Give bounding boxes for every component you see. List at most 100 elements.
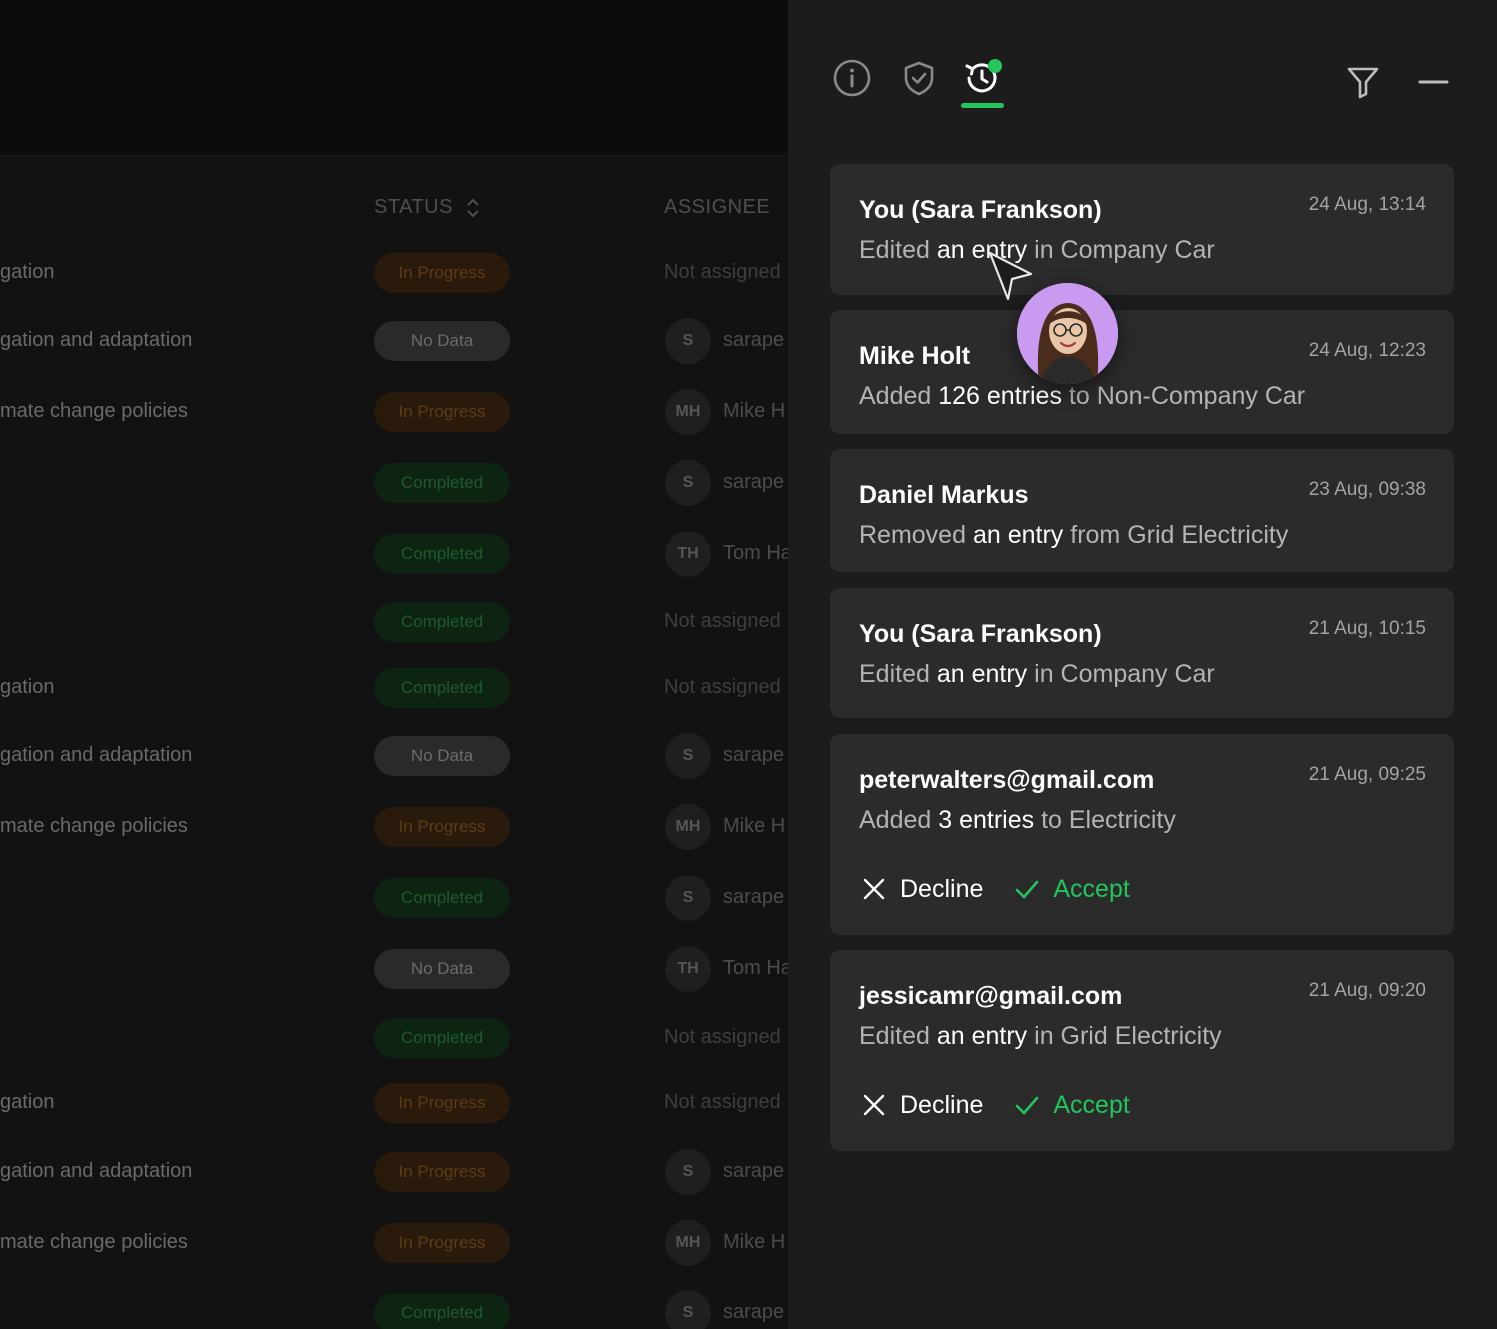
accept-button[interactable]: Accept — [1015, 1090, 1130, 1120]
status-badge[interactable]: In Progress — [374, 1152, 510, 1192]
assignee-avatar: MH — [665, 1220, 711, 1266]
assignee-avatar: TH — [665, 531, 711, 577]
assignee-name: Mike H — [723, 1231, 786, 1253]
status-badge[interactable]: Completed — [374, 1018, 510, 1058]
table-row[interactable]: gation and adaptation No Data Ssarape — [0, 307, 790, 375]
activity-description: Edited an entry in Grid Electricity — [859, 1022, 1222, 1051]
status-badge[interactable]: Completed — [374, 878, 510, 918]
task-name: mate change policies — [0, 400, 188, 422]
table-row[interactable]: gation and adaptation In Progress Ssarape — [0, 1138, 790, 1206]
assignee-name: sarape — [723, 1160, 785, 1182]
background-table: STATUS ASSIGNEE gation In Progress Not ass… — [0, 0, 790, 1329]
minimize-icon[interactable] — [1414, 62, 1454, 102]
assignee-avatar: S — [665, 460, 711, 506]
table-row[interactable]: Completed Ssarape — [0, 864, 790, 932]
table-row[interactable]: No Data TH Tom Ha — [0, 935, 790, 1003]
filter-icon[interactable] — [1343, 62, 1383, 102]
assignee-name: Not assigned — [664, 261, 781, 283]
assignee-name: sarape — [723, 886, 785, 908]
activity-card[interactable]: peterwalters@gmail.com 21 Aug, 09:25 Added… — [830, 734, 1454, 935]
table-row[interactable]: gation In Progress Not assigned — [0, 1069, 790, 1137]
table-row[interactable]: Completed Ssarape — [0, 1279, 790, 1329]
status-badge[interactable]: No Data — [374, 949, 510, 989]
task-name: gation and adaptation — [0, 1160, 193, 1182]
assignee-name: Not assigned — [664, 610, 781, 632]
activity-text: Edited — [859, 1022, 937, 1050]
table-row[interactable]: gation Completed Not assigned — [0, 654, 790, 722]
task-name: gation — [0, 1091, 55, 1113]
status-badge[interactable]: Completed — [374, 668, 510, 708]
task-name: mate change policies — [0, 815, 188, 837]
table-row[interactable]: Completed Not assigned — [0, 1004, 790, 1072]
accept-label: Accept — [1053, 1090, 1130, 1119]
activity-description: Added 126 entries to Non-Company Car — [859, 382, 1305, 411]
assignee-avatar: S — [665, 1290, 711, 1329]
activity-text: in Company Car — [1027, 236, 1215, 264]
activity-text: to Electricity — [1034, 806, 1176, 834]
assignee-avatar: S — [665, 318, 711, 364]
assignee-name: Mike H — [723, 400, 786, 422]
status-badge[interactable]: In Progress — [374, 807, 510, 847]
table-row[interactable]: Completed Not assigned — [0, 588, 790, 656]
assignee-avatar: MH — [665, 389, 711, 435]
status-badge[interactable]: No Data — [374, 736, 510, 776]
decline-button[interactable]: Decline — [862, 1091, 983, 1120]
assignee-name: Mike H — [723, 815, 786, 837]
status-badge[interactable]: Completed — [374, 463, 510, 503]
activity-card[interactable]: Daniel Markus 23 Aug, 09:38 Removed an ent… — [830, 449, 1454, 572]
status-badge[interactable]: In Progress — [374, 1083, 510, 1123]
activity-description: Removed an entry from Grid Electricity — [859, 521, 1288, 550]
activity-description: Added 3 entries to Electricity — [859, 806, 1176, 835]
activity-highlight: an entry — [972, 521, 1064, 549]
table-row[interactable]: mate change policies In Progress MH Mike H — [0, 793, 790, 861]
status-badge[interactable]: In Progress — [374, 392, 510, 432]
activity-author: You (Sara Frankson) — [859, 196, 1102, 224]
status-badge[interactable]: Completed — [374, 1293, 510, 1329]
activity-text: Removed — [859, 521, 973, 549]
active-tab-indicator — [961, 103, 1004, 108]
table-row[interactable]: gation In Progress Not assigned — [0, 239, 790, 307]
activity-text: in Company Car — [1027, 660, 1215, 688]
activity-text: Added — [859, 382, 939, 410]
activity-timestamp: 23 Aug, 09:38 — [1308, 479, 1426, 500]
sort-icon[interactable] — [465, 196, 481, 220]
assignee-column-header[interactable]: ASSIGNEE — [664, 196, 770, 219]
accept-label: Accept — [1053, 874, 1130, 903]
assignee-name: Tom Ha — [723, 957, 790, 979]
assignee-name: sarape — [723, 744, 785, 766]
activity-author: You (Sara Frankson) — [859, 620, 1102, 648]
table-row[interactable]: gation and adaptation No Data Ssarape — [0, 722, 790, 790]
status-badge[interactable]: Completed — [374, 602, 510, 642]
close-icon — [862, 877, 900, 901]
activity-card[interactable]: Mike Holt 24 Aug, 12:23 Added 126 entries … — [830, 310, 1454, 434]
assignee-avatar: TH — [665, 946, 711, 992]
status-column-header[interactable]: STATUS — [374, 196, 453, 219]
decline-button[interactable]: Decline — [862, 875, 983, 904]
shield-check-icon[interactable] — [899, 58, 939, 98]
activity-author: peterwalters@gmail.com — [859, 766, 1155, 794]
table-row[interactable]: mate change policies In Progress MH Mike H — [0, 1209, 790, 1277]
notification-dot — [988, 59, 1002, 73]
activity-card[interactable]: jessicamr@gmail.com 21 Aug, 09:20 Edited a… — [830, 950, 1454, 1151]
close-icon — [862, 1093, 900, 1117]
check-icon — [1015, 1093, 1053, 1117]
activity-card[interactable]: You (Sara Frankson) 24 Aug, 13:14 Edited a… — [830, 164, 1454, 295]
activity-author: Mike Holt — [859, 342, 971, 370]
activity-highlight: an entry — [936, 660, 1028, 688]
status-badge[interactable]: Completed — [374, 534, 510, 574]
activity-timestamp: 21 Aug, 09:20 — [1308, 980, 1426, 1001]
table-row[interactable]: Completed TH Tom Ha — [0, 520, 790, 588]
task-name: gation — [0, 676, 55, 698]
activity-author: jessicamr@gmail.com — [859, 982, 1123, 1010]
status-badge[interactable]: In Progress — [374, 253, 510, 293]
info-icon[interactable] — [832, 58, 872, 98]
activity-card[interactable]: You (Sara Frankson) 21 Aug, 10:15 Edited a… — [830, 588, 1454, 718]
activity-text: from Grid Electricity — [1063, 521, 1289, 549]
activity-highlight: 3 entries — [938, 806, 1035, 834]
accept-button[interactable]: Accept — [1015, 874, 1130, 904]
table-row[interactable]: Completed Ssarape — [0, 449, 790, 517]
table-row[interactable]: mate change policies In Progress MH Mike H — [0, 378, 790, 446]
status-badge[interactable]: No Data — [374, 321, 510, 361]
task-name: gation and adaptation — [0, 744, 193, 766]
status-badge[interactable]: In Progress — [374, 1223, 510, 1263]
